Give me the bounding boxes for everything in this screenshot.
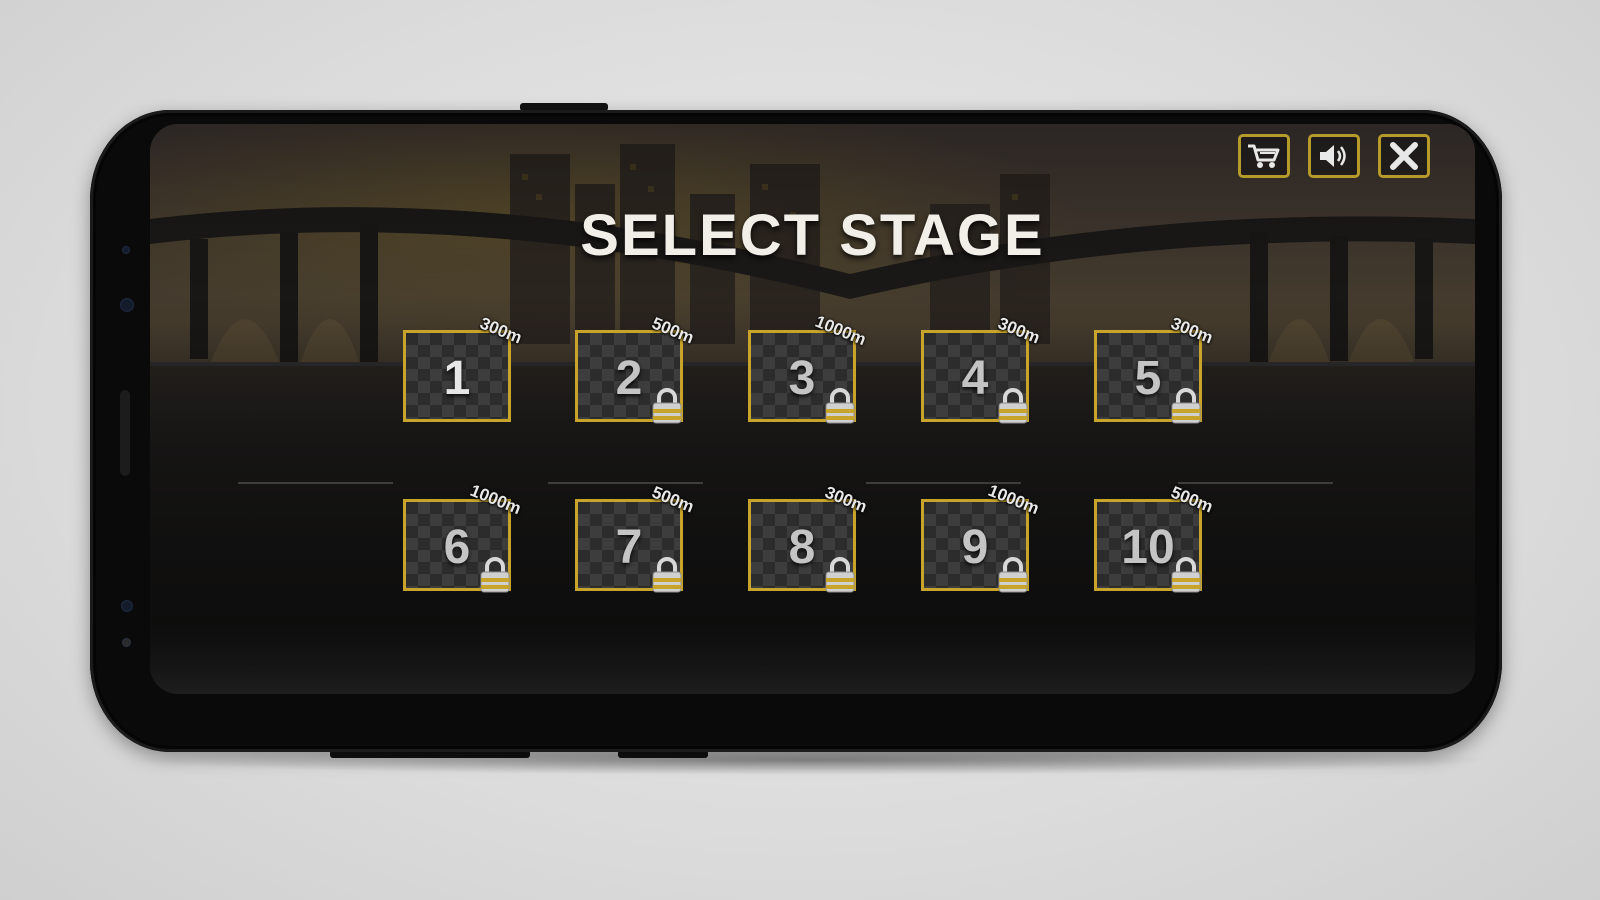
- earpiece-speaker: [120, 390, 130, 476]
- cart-icon: [1248, 144, 1280, 168]
- close-button[interactable]: [1378, 134, 1430, 178]
- sound-button[interactable]: [1308, 134, 1360, 178]
- stage-button-2[interactable]: 2 500m: [575, 314, 696, 425]
- stage-button-4[interactable]: 4 300m: [921, 314, 1042, 425]
- row-divider: [238, 482, 393, 484]
- game-screen: SELECT STAGE 1 300m 2 500m 3 1000m 4 300m 5 300m 6…: [150, 124, 1475, 694]
- stage-button-7[interactable]: 7 500m: [575, 483, 696, 594]
- stage-button-10[interactable]: 10 500m: [1094, 483, 1215, 594]
- front-camera: [120, 298, 134, 312]
- stage-button-1[interactable]: 1 300m: [403, 314, 524, 422]
- iris-sensor: [121, 600, 133, 612]
- speaker-icon: [1320, 145, 1346, 167]
- shop-button[interactable]: [1238, 134, 1290, 178]
- lock-icon: [478, 556, 512, 594]
- stage-button-5[interactable]: 5 300m: [1094, 314, 1215, 425]
- row-divider: [548, 482, 703, 484]
- lock-icon: [1169, 387, 1203, 425]
- stage-button-9[interactable]: 9 1000m: [921, 481, 1042, 594]
- iris-led: [122, 638, 131, 647]
- proximity-sensor: [122, 246, 130, 254]
- row-divider: [1178, 482, 1333, 484]
- lock-icon: [650, 556, 684, 594]
- close-icon: [1390, 142, 1418, 170]
- lock-icon: [823, 387, 857, 425]
- stage-button-6[interactable]: 6 1000m: [403, 481, 524, 594]
- lock-icon: [823, 556, 857, 594]
- page-title: SELECT STAGE: [580, 203, 1045, 268]
- screen-glare: [150, 624, 1475, 694]
- stage-button-3[interactable]: 3 1000m: [748, 312, 869, 425]
- lock-icon: [1169, 556, 1203, 594]
- lock-icon: [650, 387, 684, 425]
- lock-icon: [996, 556, 1030, 594]
- stage-button-8[interactable]: 8 300m: [748, 483, 869, 594]
- lock-icon: [996, 387, 1030, 425]
- stage-number: 1: [443, 352, 471, 405]
